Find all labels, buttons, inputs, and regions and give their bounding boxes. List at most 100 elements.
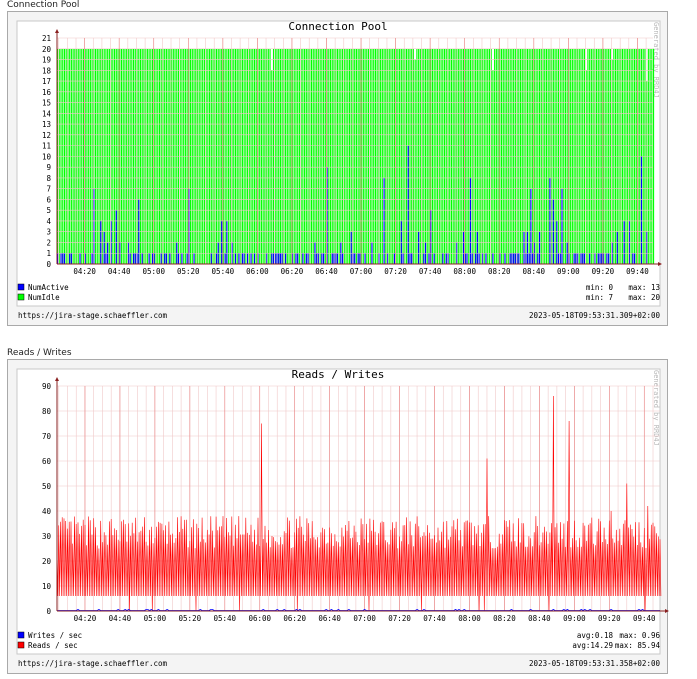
connection-pool-chart: Connection Pool Generated by RRD4J0123456… [16,20,662,320]
active-bar [103,231,105,264]
y-tick-label: 20 [42,557,52,566]
legend-swatch-1 [17,641,25,649]
active-bar [177,253,180,264]
active-bar [492,253,494,264]
active-bar [528,253,530,264]
active-bar [169,253,171,264]
y-tick-label: 6 [46,195,51,204]
active-bar [141,253,143,264]
legend-label: Reads / sec [28,641,78,650]
x-tick-label: 07:00 [353,614,376,623]
active-bar [537,253,539,264]
active-bar [134,253,136,264]
active-bar [523,231,525,264]
y-tick-label: 10 [42,582,52,591]
legend-stat: avg:14.29 [572,641,613,650]
active-bar [323,253,325,264]
active-bar [186,253,188,264]
active-bar [538,231,541,264]
x-tick-label: 06:00 [246,267,269,276]
active-bar [79,253,81,264]
y-tick-label: 9 [46,163,51,172]
legend-stat: avg:0.18 [577,631,614,640]
active-bar [60,253,62,264]
active-bar [253,253,256,264]
y-tick-label: 16 [42,88,52,97]
x-tick-label: 08:40 [523,267,546,276]
active-bar [442,253,444,264]
x-axis-arrow [665,609,669,613]
x-tick-label: 07:20 [388,614,411,623]
active-bar [616,231,618,264]
y-tick-label: 80 [42,407,52,416]
y-tick-label: 8 [46,174,51,183]
active-bar [63,253,66,264]
active-bar [599,253,601,264]
active-bar [148,253,150,264]
active-bar [632,253,634,264]
active-bar [321,253,323,264]
active-bar [476,231,478,264]
y-tick-label: 10 [42,152,52,161]
active-bar [582,253,584,264]
active-bar [418,231,420,264]
active-bar [411,253,413,264]
active-bar [393,253,395,264]
footer-timestamp: 2023-05-18T09:53:31.309+02:00 [529,311,660,320]
active-bar [316,253,318,264]
y-tick-label: 13 [42,120,51,129]
x-tick-label: 08:00 [458,614,481,623]
legend-stat: min: 0 [586,283,614,292]
y-tick-label: 21 [42,34,51,43]
active-bar [359,253,361,264]
active-bar [633,253,636,264]
active-bar [193,253,195,264]
active-bar [509,253,511,264]
active-bar [278,253,280,264]
active-bar [526,231,529,264]
x-tick-label: 04:20 [73,267,96,276]
active-bar [514,253,516,264]
x-tick-label: 04:20 [74,614,97,623]
footer-timestamp: 2023-05-18T09:53:31.358+02:00 [529,659,660,668]
x-tick-label: 05:00 [142,267,165,276]
active-bar [513,253,515,264]
active-bar [557,253,560,264]
x-tick-label: 09:40 [626,267,649,276]
active-bar [608,253,610,264]
x-tick-label: 09:00 [557,267,580,276]
active-bar [471,253,473,264]
active-bar [215,253,218,264]
x-tick-label: 09:40 [633,614,656,623]
reads-writes-chart: Reads / Writes Generated by RRD4J01020304… [16,368,669,668]
active-bar [276,253,278,264]
y-tick-label: 4 [46,217,51,226]
legend-stat: max: 85.94 [615,641,661,650]
active-bar [295,253,297,264]
chart-title: Connection Pool [288,20,387,33]
active-bar [210,253,212,264]
active-bar [364,253,366,264]
active-bar [354,253,356,264]
y-tick-label: 50 [42,482,52,491]
legend-label: NumActive [28,283,69,292]
active-bar [601,253,603,264]
active-bar [181,253,183,264]
legend-swatch-1 [17,293,25,301]
y-tick-label: 3 [46,228,51,237]
active-bar [573,253,575,264]
x-tick-label: 06:20 [281,267,304,276]
active-bar [241,253,243,264]
active-bar [462,231,465,264]
active-bar [115,210,117,264]
legend-label: Writes / sec [28,631,82,640]
y-tick-label: 17 [42,77,51,86]
active-bar [478,253,480,264]
active-bar [518,253,520,264]
x-tick-label: 09:20 [598,614,621,623]
x-tick-label: 08:20 [488,267,511,276]
active-bar [152,253,154,264]
section-title-reads-writes: Reads / Writes [7,348,72,358]
reads-writes-panel: Reads / Writes Generated by RRD4J 0 10 20 30 4… [7,359,669,674]
active-bar [511,253,513,264]
